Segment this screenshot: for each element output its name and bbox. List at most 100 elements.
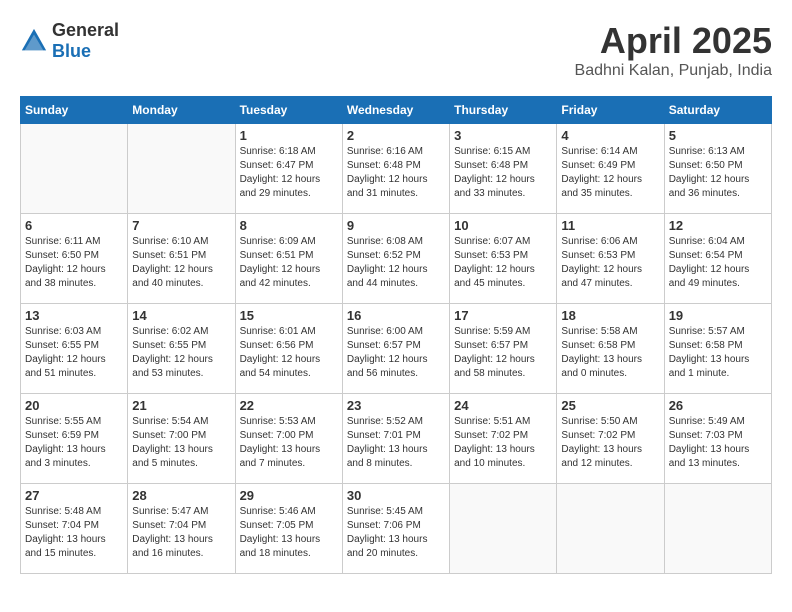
day-cell — [557, 484, 664, 574]
day-info: Sunrise: 6:07 AM Sunset: 6:53 PM Dayligh… — [454, 235, 552, 291]
day-cell — [21, 124, 128, 214]
day-cell: 28 Sunrise: 5:47 AM Sunset: 7:04 PM Dayli… — [128, 484, 235, 574]
header-cell-friday: Friday — [557, 97, 664, 124]
day-number: 16 — [347, 308, 445, 323]
day-cell: 17 Sunrise: 5:59 AM Sunset: 6:57 PM Dayli… — [450, 304, 557, 394]
day-cell — [664, 484, 771, 574]
day-info: Sunrise: 6:03 AM Sunset: 6:55 PM Dayligh… — [25, 325, 123, 381]
day-info: Sunrise: 6:13 AM Sunset: 6:50 PM Dayligh… — [669, 145, 767, 201]
day-number: 4 — [561, 128, 659, 143]
day-cell: 5 Sunrise: 6:13 AM Sunset: 6:50 PM Daylig… — [664, 124, 771, 214]
header-cell-wednesday: Wednesday — [342, 97, 449, 124]
day-cell: 25 Sunrise: 5:50 AM Sunset: 7:02 PM Dayli… — [557, 394, 664, 484]
day-info: Sunrise: 5:59 AM Sunset: 6:57 PM Dayligh… — [454, 325, 552, 381]
day-cell: 7 Sunrise: 6:10 AM Sunset: 6:51 PM Daylig… — [128, 214, 235, 304]
calendar-body: 1 Sunrise: 6:18 AM Sunset: 6:47 PM Daylig… — [21, 124, 772, 574]
day-number: 1 — [240, 128, 338, 143]
day-number: 7 — [132, 218, 230, 233]
header-cell-monday: Monday — [128, 97, 235, 124]
day-info: Sunrise: 5:58 AM Sunset: 6:58 PM Dayligh… — [561, 325, 659, 381]
day-cell: 1 Sunrise: 6:18 AM Sunset: 6:47 PM Daylig… — [235, 124, 342, 214]
header-cell-thursday: Thursday — [450, 97, 557, 124]
day-cell: 19Sunrise: 5:57 AM Sunset: 6:58 PM Dayli… — [664, 304, 771, 394]
day-info: Sunrise: 5:46 AM Sunset: 7:05 PM Dayligh… — [240, 505, 338, 561]
day-number: 30 — [347, 488, 445, 503]
day-cell: 29 Sunrise: 5:46 AM Sunset: 7:05 PM Dayli… — [235, 484, 342, 574]
day-number: 29 — [240, 488, 338, 503]
day-number: 11 — [561, 218, 659, 233]
day-info: Sunrise: 6:18 AM Sunset: 6:47 PM Dayligh… — [240, 145, 338, 201]
day-number: 9 — [347, 218, 445, 233]
day-cell: 15Sunrise: 6:01 AM Sunset: 6:56 PM Dayli… — [235, 304, 342, 394]
day-info: Sunrise: 6:11 AM Sunset: 6:50 PM Dayligh… — [25, 235, 123, 291]
week-row: 6 Sunrise: 6:11 AM Sunset: 6:50 PM Daylig… — [21, 214, 772, 304]
day-number: 25 — [561, 398, 659, 413]
day-info: Sunrise: 5:45 AM Sunset: 7:06 PM Dayligh… — [347, 505, 445, 561]
title-area: April 2025 Badhni Kalan, Punjab, India — [575, 20, 772, 80]
day-cell: 3 Sunrise: 6:15 AM Sunset: 6:48 PM Daylig… — [450, 124, 557, 214]
day-info: Sunrise: 6:02 AM Sunset: 6:55 PM Dayligh… — [132, 325, 230, 381]
header-cell-saturday: Saturday — [664, 97, 771, 124]
header-row: SundayMondayTuesdayWednesdayThursdayFrid… — [21, 97, 772, 124]
day-cell: 4 Sunrise: 6:14 AM Sunset: 6:49 PM Daylig… — [557, 124, 664, 214]
day-cell: 26 Sunrise: 5:49 AM Sunset: 7:03 PM Dayli… — [664, 394, 771, 484]
week-row: 20 Sunrise: 5:55 AM Sunset: 6:59 PM Dayli… — [21, 394, 772, 484]
day-info: Sunrise: 5:48 AM Sunset: 7:04 PM Dayligh… — [25, 505, 123, 561]
day-number: 26 — [669, 398, 767, 413]
day-cell: 6 Sunrise: 6:11 AM Sunset: 6:50 PM Daylig… — [21, 214, 128, 304]
day-cell: 12Sunrise: 6:04 AM Sunset: 6:54 PM Dayli… — [664, 214, 771, 304]
header-cell-tuesday: Tuesday — [235, 97, 342, 124]
day-cell: 11 Sunrise: 6:06 AM Sunset: 6:53 PM Dayli… — [557, 214, 664, 304]
day-cell — [128, 124, 235, 214]
day-info: Sunrise: 5:55 AM Sunset: 6:59 PM Dayligh… — [25, 415, 123, 471]
header: General Blue April 2025 Badhni Kalan, Pu… — [20, 20, 772, 80]
day-info: Sunrise: 5:57 AM Sunset: 6:58 PM Dayligh… — [669, 325, 767, 381]
day-cell: 2 Sunrise: 6:16 AM Sunset: 6:48 PM Daylig… — [342, 124, 449, 214]
day-number: 15 — [240, 308, 338, 323]
day-cell: 13Sunrise: 6:03 AM Sunset: 6:55 PM Dayli… — [21, 304, 128, 394]
day-number: 17 — [454, 308, 552, 323]
day-cell: 9 Sunrise: 6:08 AM Sunset: 6:52 PM Daylig… — [342, 214, 449, 304]
day-info: Sunrise: 6:00 AM Sunset: 6:57 PM Dayligh… — [347, 325, 445, 381]
month-title: April 2025 — [575, 20, 772, 62]
calendar-table: SundayMondayTuesdayWednesdayThursdayFrid… — [20, 96, 772, 574]
day-info: Sunrise: 5:50 AM Sunset: 7:02 PM Dayligh… — [561, 415, 659, 471]
day-cell: 18 Sunrise: 5:58 AM Sunset: 6:58 PM Dayli… — [557, 304, 664, 394]
day-number: 6 — [25, 218, 123, 233]
day-info: Sunrise: 5:52 AM Sunset: 7:01 PM Dayligh… — [347, 415, 445, 471]
day-info: Sunrise: 5:47 AM Sunset: 7:04 PM Dayligh… — [132, 505, 230, 561]
day-cell: 16 Sunrise: 6:00 AM Sunset: 6:57 PM Dayli… — [342, 304, 449, 394]
location-title: Badhni Kalan, Punjab, India — [575, 62, 772, 80]
day-number: 18 — [561, 308, 659, 323]
day-info: Sunrise: 5:49 AM Sunset: 7:03 PM Dayligh… — [669, 415, 767, 471]
day-cell: 14Sunrise: 6:02 AM Sunset: 6:55 PM Dayli… — [128, 304, 235, 394]
day-number: 27 — [25, 488, 123, 503]
day-info: Sunrise: 6:06 AM Sunset: 6:53 PM Dayligh… — [561, 235, 659, 291]
day-info: Sunrise: 6:16 AM Sunset: 6:48 PM Dayligh… — [347, 145, 445, 201]
day-info: Sunrise: 6:15 AM Sunset: 6:48 PM Dayligh… — [454, 145, 552, 201]
day-cell: 21Sunrise: 5:54 AM Sunset: 7:00 PM Dayli… — [128, 394, 235, 484]
day-info: Sunrise: 6:14 AM Sunset: 6:49 PM Dayligh… — [561, 145, 659, 201]
day-cell: 10 Sunrise: 6:07 AM Sunset: 6:53 PM Dayli… — [450, 214, 557, 304]
logo-general: General — [52, 20, 119, 40]
day-info: Sunrise: 6:09 AM Sunset: 6:51 PM Dayligh… — [240, 235, 338, 291]
calendar-header: SundayMondayTuesdayWednesdayThursdayFrid… — [21, 97, 772, 124]
day-number: 22 — [240, 398, 338, 413]
day-cell: 8Sunrise: 6:09 AM Sunset: 6:51 PM Daylig… — [235, 214, 342, 304]
day-number: 23 — [347, 398, 445, 413]
day-cell: 24Sunrise: 5:51 AM Sunset: 7:02 PM Dayli… — [450, 394, 557, 484]
day-number: 28 — [132, 488, 230, 503]
day-number: 10 — [454, 218, 552, 233]
day-info: Sunrise: 5:54 AM Sunset: 7:00 PM Dayligh… — [132, 415, 230, 471]
day-number: 20 — [25, 398, 123, 413]
day-number: 2 — [347, 128, 445, 143]
day-info: Sunrise: 6:10 AM Sunset: 6:51 PM Dayligh… — [132, 235, 230, 291]
day-cell — [450, 484, 557, 574]
day-number: 5 — [669, 128, 767, 143]
day-cell: 23 Sunrise: 5:52 AM Sunset: 7:01 PM Dayli… — [342, 394, 449, 484]
day-number: 3 — [454, 128, 552, 143]
week-row: 1 Sunrise: 6:18 AM Sunset: 6:47 PM Daylig… — [21, 124, 772, 214]
week-row: 13Sunrise: 6:03 AM Sunset: 6:55 PM Dayli… — [21, 304, 772, 394]
day-cell: 30 Sunrise: 5:45 AM Sunset: 7:06 PM Dayli… — [342, 484, 449, 574]
day-info: Sunrise: 6:08 AM Sunset: 6:52 PM Dayligh… — [347, 235, 445, 291]
